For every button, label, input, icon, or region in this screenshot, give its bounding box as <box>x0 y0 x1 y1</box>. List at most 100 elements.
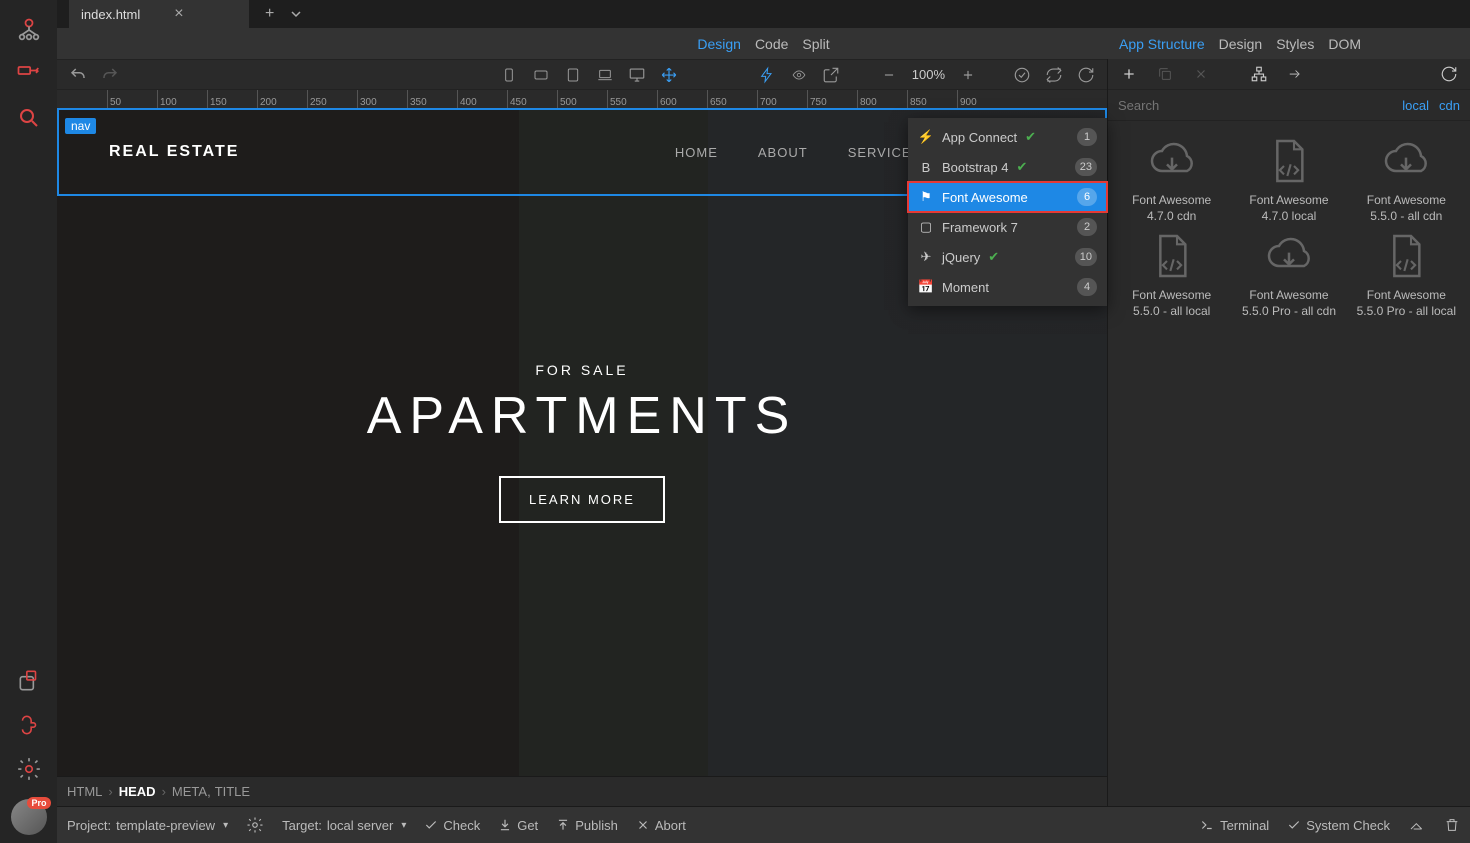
new-tab-button[interactable]: + <box>265 5 274 23</box>
file-tab[interactable]: index.html × <box>69 0 249 28</box>
framework-item[interactable]: ✈jQuery✔10 <box>908 242 1107 272</box>
tree-icon[interactable] <box>1246 61 1272 87</box>
refresh-icon[interactable] <box>1073 62 1099 88</box>
filter-cdn[interactable]: cdn <box>1439 98 1460 113</box>
right-panel: local cdn Font Awesome 4.7.0 cdnFont Awe… <box>1107 59 1470 806</box>
tab-styles[interactable]: Styles <box>1276 36 1314 52</box>
refresh-panel-icon[interactable] <box>1436 61 1462 87</box>
project-manager-icon[interactable] <box>9 10 49 50</box>
cloud-icon <box>1254 230 1324 282</box>
file-icon <box>1371 230 1441 282</box>
breadcrumb-bar: HTML›HEAD›META,TITLE <box>57 776 1107 806</box>
laptop-icon[interactable] <box>592 62 618 88</box>
add-icon[interactable] <box>1116 61 1142 87</box>
check-icon: ✔ <box>1017 159 1028 175</box>
breadcrumb-item[interactable]: TITLE <box>215 784 250 799</box>
validate-icon[interactable] <box>1009 62 1035 88</box>
framework-card[interactable]: Font Awesome 5.5.0 Pro - all local <box>1351 230 1462 319</box>
publish-button[interactable]: Publish <box>556 818 618 833</box>
tab-design[interactable]: Design <box>1219 36 1263 52</box>
framework-card[interactable]: Font Awesome 5.5.0 - all cdn <box>1351 135 1462 224</box>
terminal-button[interactable]: Terminal <box>1199 818 1269 833</box>
framework-icon: ⚑ <box>918 189 934 205</box>
framework-count: 2 <box>1077 218 1097 236</box>
left-sidebar: Pro <box>0 0 57 843</box>
breadcrumb-item[interactable]: HEAD <box>119 784 156 799</box>
filter-local[interactable]: local <box>1402 98 1429 113</box>
framework-count: 23 <box>1075 158 1097 176</box>
mobile-icon[interactable] <box>496 62 522 88</box>
open-browser-icon[interactable] <box>818 62 844 88</box>
view-tab-code[interactable]: Code <box>755 36 788 52</box>
breadcrumb-item[interactable]: HTML <box>67 784 102 799</box>
framework-icon: ✈ <box>918 249 934 265</box>
menu-item-about[interactable]: ABOUT <box>758 145 808 160</box>
menu-item-home[interactable]: HOME <box>675 145 718 160</box>
file-icon <box>1137 230 1207 282</box>
server-connect-icon[interactable] <box>9 54 49 94</box>
hero-cta-button[interactable]: LEARN MORE <box>499 476 665 523</box>
zoom-in-icon[interactable] <box>955 62 981 88</box>
redo-icon[interactable] <box>97 62 123 88</box>
abort-button[interactable]: Abort <box>636 818 686 833</box>
view-tab-split[interactable]: Split <box>802 36 829 52</box>
framework-item[interactable]: ⚑Font Awesome6 <box>908 182 1107 212</box>
erase-icon[interactable] <box>1408 817 1426 833</box>
preview-icon[interactable] <box>786 62 812 88</box>
hero-title: APARTMENTS <box>367 386 798 446</box>
export-icon[interactable] <box>1282 61 1308 87</box>
framework-card[interactable]: Font Awesome 4.7.0 local <box>1233 135 1344 224</box>
desktop-icon[interactable] <box>624 62 650 88</box>
framework-card[interactable]: Font Awesome 4.7.0 cdn <box>1116 135 1227 224</box>
card-label: Font Awesome 4.7.0 local <box>1233 193 1344 224</box>
search-input[interactable] <box>1118 98 1392 113</box>
tab-dom[interactable]: DOM <box>1328 36 1361 52</box>
tab-app-structure[interactable]: App Structure <box>1119 36 1205 52</box>
framework-icon: ▢ <box>918 219 934 235</box>
extensions-icon[interactable] <box>9 705 49 745</box>
search-icon[interactable] <box>9 98 49 138</box>
framework-item[interactable]: BBootstrap 4✔23 <box>908 152 1107 182</box>
app-connect-icon[interactable] <box>754 62 780 88</box>
ruler: 5010015020025030035040045050055060065070… <box>57 90 1107 108</box>
framework-icon: 📅 <box>918 279 934 295</box>
framework-item[interactable]: ▢Framework 72 <box>908 212 1107 242</box>
breadcrumb-item[interactable]: META, <box>172 784 211 799</box>
cloud-icon <box>1137 135 1207 187</box>
element-tag-label: nav <box>65 118 96 134</box>
framework-popup: ⚡App Connect✔1BBootstrap 4✔23⚑Font Aweso… <box>908 118 1107 306</box>
framework-item[interactable]: ⚡App Connect✔1 <box>908 122 1107 152</box>
zoom-out-icon[interactable] <box>876 62 902 88</box>
view-tab-design[interactable]: Design <box>697 36 741 52</box>
move-icon[interactable] <box>656 62 682 88</box>
get-button[interactable]: Get <box>498 818 538 833</box>
tablet-portrait-icon[interactable] <box>560 62 586 88</box>
tab-dropdown-icon[interactable] <box>290 8 302 20</box>
settings-icon[interactable] <box>9 749 49 789</box>
framework-count: 1 <box>1077 128 1097 146</box>
user-avatar[interactable]: Pro <box>11 799 47 835</box>
sync-icon[interactable] <box>1041 62 1067 88</box>
tab-title: index.html <box>81 7 140 22</box>
project-settings-icon[interactable] <box>246 816 264 834</box>
project-selector[interactable]: Project: template-preview <box>67 818 228 833</box>
close-icon[interactable]: × <box>174 5 183 23</box>
assets-icon[interactable] <box>9 661 49 701</box>
card-label: Font Awesome 5.5.0 Pro - all cdn <box>1233 288 1344 319</box>
right-panel-toolbar <box>1108 59 1470 90</box>
file-icon <box>1254 135 1324 187</box>
system-check-button[interactable]: System Check <box>1287 818 1390 833</box>
framework-card[interactable]: Font Awesome 5.5.0 - all local <box>1116 230 1227 319</box>
check-button[interactable]: Check <box>424 818 480 833</box>
duplicate-icon[interactable] <box>1152 61 1178 87</box>
target-selector[interactable]: Target: local server <box>282 818 406 833</box>
trash-icon[interactable] <box>1444 816 1460 834</box>
tablet-landscape-icon[interactable] <box>528 62 554 88</box>
pro-badge: Pro <box>27 797 50 809</box>
framework-count: 10 <box>1075 248 1097 266</box>
undo-icon[interactable] <box>65 62 91 88</box>
delete-icon[interactable] <box>1188 61 1214 87</box>
framework-item[interactable]: 📅Moment4 <box>908 272 1107 302</box>
framework-card[interactable]: Font Awesome 5.5.0 Pro - all cdn <box>1233 230 1344 319</box>
editor-toolbar: 100% <box>57 59 1107 90</box>
